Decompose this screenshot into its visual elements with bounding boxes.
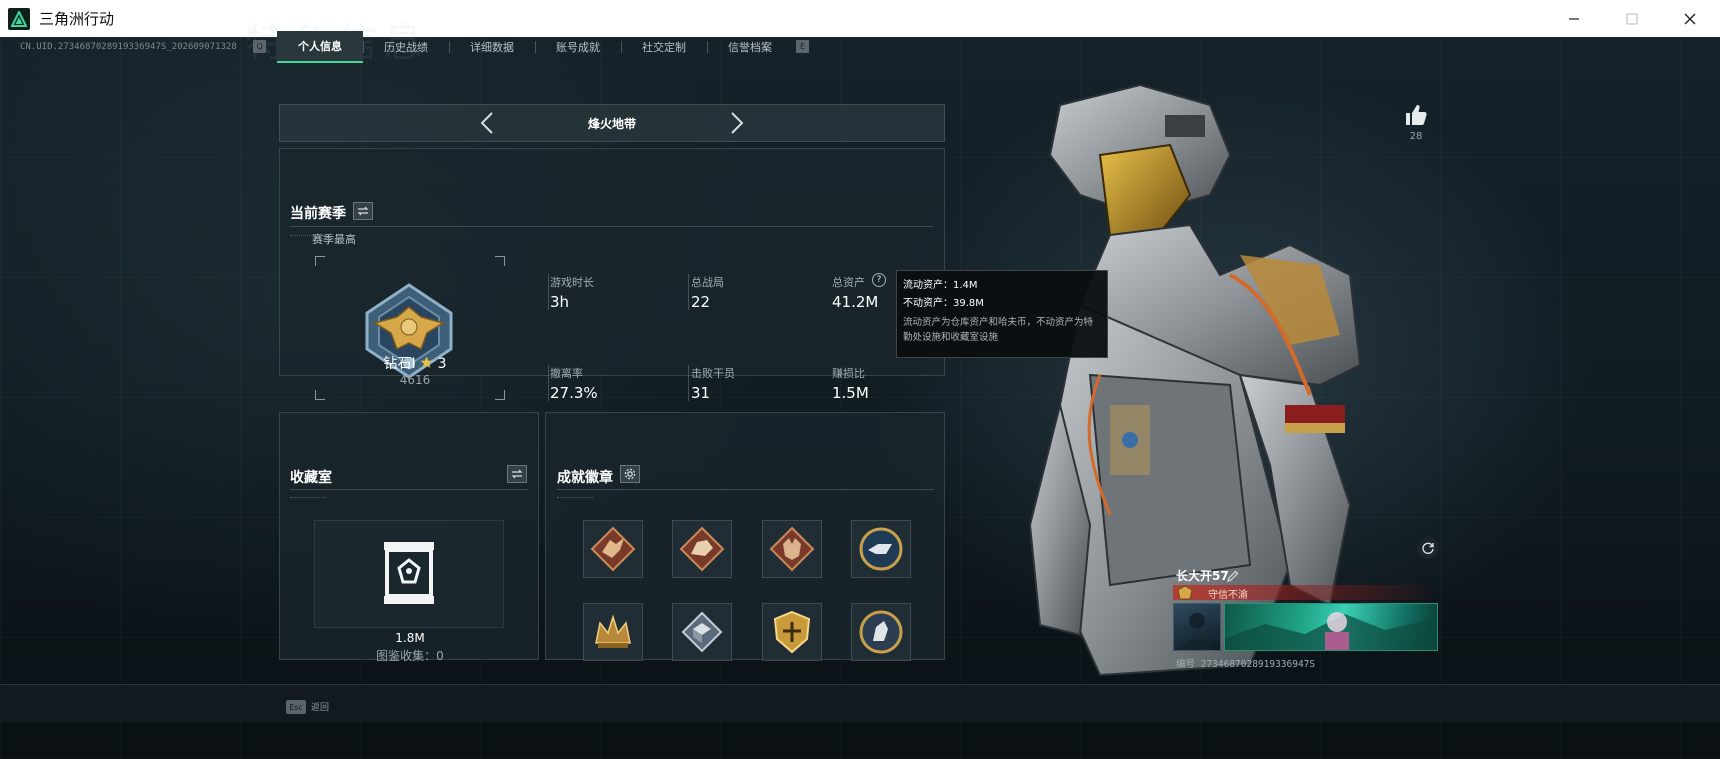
title-emblem-icon — [1177, 585, 1193, 604]
app-logo-icon — [8, 7, 30, 30]
help-icon[interactable]: ? — [872, 273, 886, 287]
minimize-button[interactable] — [1546, 0, 1602, 37]
stat-profit-loss-value: 1.5M — [832, 384, 869, 402]
player-uid: 编号 2734687028919336947S — [1176, 659, 1316, 670]
rank-tier-label: 钻石Ⅰ — [383, 356, 416, 372]
mode-next-button[interactable] — [727, 110, 747, 136]
charging-beast-badge-icon — [679, 526, 725, 572]
player-name: 长大开57 — [1176, 569, 1229, 583]
chevron-left-icon — [480, 112, 493, 134]
badge-slot[interactable] — [583, 520, 643, 578]
maximize-button[interactable] — [1604, 0, 1660, 37]
showcase-cabinet-icon — [381, 540, 437, 610]
tooltip-fixed-assets: 不动资产：39.8M — [903, 298, 984, 309]
star-icon — [420, 356, 433, 368]
season-switch-button[interactable] — [353, 202, 373, 220]
badge-slot[interactable] — [583, 603, 643, 661]
tab-personal-info[interactable]: 个人信息 — [277, 31, 363, 63]
badge-slot[interactable] — [762, 603, 822, 661]
stat-total-matches-label: 总战局 — [691, 276, 724, 289]
rank-points: 4616 — [399, 373, 431, 387]
wolf-badge-icon — [769, 526, 815, 572]
gear-icon — [624, 468, 636, 480]
tab-history-record[interactable]: 历史战绩 — [363, 31, 449, 63]
tab-prev-key[interactable]: Q — [253, 40, 266, 53]
badges-deco-mark — [557, 497, 593, 500]
badge-slot[interactable] — [851, 520, 911, 578]
refresh-icon — [1422, 542, 1434, 554]
chevron-right-icon — [731, 112, 744, 134]
stat-play-time-value: 3h — [550, 293, 570, 311]
tab-social-customization[interactable]: 社交定制 — [621, 31, 707, 63]
stat-separator — [548, 365, 549, 401]
season-title: 当前赛季 — [290, 206, 346, 222]
stat-total-assets-label: 总资产 — [832, 276, 865, 289]
like-count: 28 — [1409, 131, 1423, 142]
tab-detailed-data[interactable]: 详细数据 — [449, 31, 535, 63]
season-high-label: 赛季最高 — [312, 233, 356, 246]
cube-badge-icon — [681, 611, 723, 653]
badge-slot[interactable] — [851, 603, 911, 661]
stat-separator — [688, 365, 689, 401]
window-title: 三角洲行动 — [39, 10, 115, 28]
tab-reputation-file[interactable]: 信誉档案 — [707, 31, 793, 63]
eagle-round-badge-icon — [859, 527, 903, 571]
stat-operators-defeated-value: 31 — [691, 384, 711, 402]
tab-next-key[interactable]: E — [796, 40, 809, 53]
horse-round-badge-icon — [859, 610, 903, 654]
edit-pencil-icon[interactable] — [1227, 567, 1239, 586]
collection-deco-mark — [290, 497, 326, 500]
close-button[interactable] — [1662, 0, 1718, 37]
mode-prev-button[interactable] — [477, 110, 497, 136]
mode-label: 烽火地带 — [587, 116, 636, 131]
badges-settings-button[interactable] — [620, 465, 640, 483]
stat-separator — [688, 274, 689, 310]
stat-play-time-label: 游戏时长 — [550, 276, 594, 289]
collection-value: 1.8M — [395, 631, 425, 645]
badge-slot[interactable] — [762, 520, 822, 578]
collection-divider — [290, 489, 528, 490]
badges-divider — [557, 489, 934, 490]
rank-star-count: 3 — [437, 356, 447, 372]
dragon-badge-icon — [590, 526, 636, 572]
badge-slot[interactable] — [672, 603, 732, 661]
player-title: 守信不渝 — [1208, 590, 1248, 601]
collection-count: 图鉴收集：0 — [376, 649, 444, 663]
badge-slot[interactable] — [672, 520, 732, 578]
bottom-bar — [0, 684, 1720, 722]
collection-switch-button[interactable] — [507, 465, 527, 483]
esc-key[interactable]: Esc — [286, 700, 306, 714]
stat-total-assets-value: 41.2M — [832, 293, 879, 311]
crown-badge-icon — [595, 614, 631, 648]
player-name-card[interactable] — [1224, 603, 1438, 651]
stat-total-matches-value: 22 — [691, 293, 711, 311]
badges-title: 成就徽章 — [557, 470, 613, 486]
stat-operators-defeated-label: 击败干员 — [691, 367, 735, 380]
tab-bar: 个人信息 历史战绩 详细数据 账号成就 社交定制 信誉档案 — [277, 31, 793, 63]
stat-profit-loss-label: 赚损比 — [832, 367, 865, 380]
back-label[interactable]: 返回 — [311, 700, 329, 713]
stat-separator — [548, 274, 549, 310]
mode-selector: 烽火地带 — [279, 104, 945, 142]
swap-icon — [357, 206, 369, 216]
tab-account-achievements[interactable]: 账号成就 — [535, 31, 621, 63]
gold-shield-badge-icon — [773, 610, 811, 654]
tooltip-description: 流动资产为仓库资产和哈夫币，不动资产为特勤处设施和收藏室设施 — [903, 317, 1094, 343]
collection-title: 收藏室 — [290, 470, 332, 486]
assets-tooltip: 流动资产：1.4M 不动资产：39.8M 流动资产为仓库资产和哈夫币，不动资产为… — [896, 270, 1108, 358]
stat-extraction-rate-label: 撤离率 — [550, 367, 583, 380]
rotate-view-button[interactable] — [1417, 537, 1439, 559]
account-uid: CN.UID.2734687028919336947S_202609071328 — [20, 42, 237, 52]
avatar[interactable] — [1173, 603, 1221, 651]
swap-icon — [511, 469, 523, 479]
rank-name: 钻石Ⅰ 3 — [365, 353, 465, 373]
tooltip-liquid-assets: 流动资产：1.4M — [903, 280, 978, 291]
stat-extraction-rate-value: 27.3% — [550, 384, 598, 402]
thumbs-up-icon[interactable] — [1404, 103, 1428, 131]
season-divider — [290, 226, 933, 227]
